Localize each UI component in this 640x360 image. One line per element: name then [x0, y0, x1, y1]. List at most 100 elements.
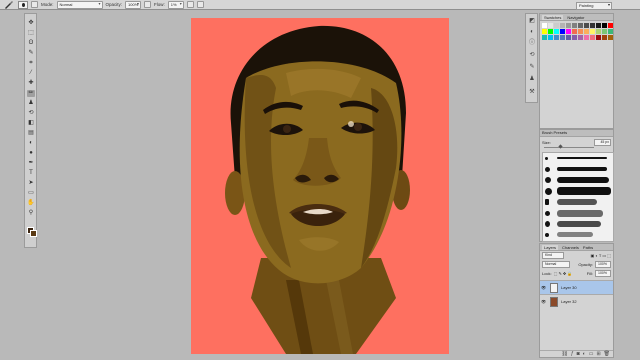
color-swatch[interactable]	[566, 35, 571, 40]
color-swatch[interactable]	[560, 35, 565, 40]
new-layer-icon[interactable]: ⊞	[596, 351, 600, 357]
brush-preset-item[interactable]	[543, 197, 613, 208]
move-icon[interactable]: ✥	[27, 20, 35, 27]
color-swatch[interactable]	[608, 29, 613, 34]
opacity-select[interactable]: 100%	[125, 0, 142, 9]
eraser-icon[interactable]: ◧	[27, 120, 35, 127]
blur-icon[interactable]: ◐	[27, 140, 35, 147]
color-panel-icon[interactable]: ◩	[529, 18, 535, 24]
airbrush-icon[interactable]	[186, 1, 194, 8]
color-swatch[interactable]	[584, 23, 589, 28]
tab-navigator[interactable]: Navigator	[567, 15, 584, 20]
brush-preset-item[interactable]	[543, 230, 613, 241]
color-swatch[interactable]	[554, 23, 559, 28]
zoom-icon[interactable]: ⚲	[27, 210, 35, 217]
brush-preset-item[interactable]	[543, 219, 613, 230]
color-swatch[interactable]	[590, 35, 595, 40]
document-canvas[interactable]	[191, 18, 449, 354]
healing-icon[interactable]: ✚	[27, 80, 35, 87]
color-swatch[interactable]	[602, 35, 607, 40]
color-swatch[interactable]	[542, 23, 547, 28]
brush-preset-item[interactable]	[543, 175, 613, 186]
gradient-icon[interactable]: ▤	[27, 130, 35, 137]
color-swatch[interactable]	[548, 23, 553, 28]
color-swatch[interactable]	[554, 35, 559, 40]
color-swatch[interactable]	[566, 29, 571, 34]
tab-layers[interactable]: Layers	[542, 244, 559, 250]
color-swatch[interactable]	[596, 29, 601, 34]
background-color[interactable]	[30, 230, 37, 237]
brush-preset-item[interactable]	[543, 186, 613, 197]
color-swatch[interactable]	[590, 23, 595, 28]
visibility-eye-icon[interactable]: 👁	[540, 299, 547, 304]
filter-icons[interactable]: ▣ ◐ T ▭ ⬚	[591, 253, 612, 258]
layer-kind-filter[interactable]: Kind	[542, 252, 564, 259]
size-slider[interactable]	[544, 144, 594, 149]
adjustment-layer-icon[interactable]: ◐	[583, 351, 586, 357]
lock-icons[interactable]: ⬚ ✎ ✥ 🔒	[554, 271, 573, 276]
color-swatch[interactable]	[608, 35, 613, 40]
color-swatch[interactable]	[572, 23, 577, 28]
dodge-icon[interactable]: ●	[27, 150, 35, 157]
brush-tool-preset-icon[interactable]	[3, 0, 15, 9]
color-swatch[interactable]	[548, 29, 553, 34]
size-slider-thumb[interactable]	[558, 144, 563, 149]
add-mask-icon[interactable]: ◙	[577, 351, 580, 357]
tab-paths[interactable]: Paths	[583, 245, 593, 250]
color-swatch[interactable]	[572, 35, 577, 40]
pen-icon[interactable]: ✒	[27, 160, 35, 167]
visibility-eye-icon[interactable]: 👁	[540, 285, 547, 290]
quick-select-icon[interactable]: ✎	[27, 50, 35, 57]
color-swatch[interactable]	[554, 29, 559, 34]
hand-icon[interactable]: ✋	[27, 200, 35, 207]
color-swatch[interactable]	[572, 29, 577, 34]
path-select-icon[interactable]: ➤	[27, 180, 35, 187]
brush-panel-toggle-icon[interactable]	[31, 1, 38, 8]
color-swatch[interactable]	[584, 29, 589, 34]
color-swatch[interactable]	[602, 23, 607, 28]
lasso-icon[interactable]: ʘ	[27, 40, 35, 47]
workspace-select[interactable]: Painting	[576, 2, 612, 10]
info-icon[interactable]: ⓘ	[529, 40, 535, 46]
color-swatch[interactable]	[548, 35, 553, 40]
color-swatch[interactable]	[560, 29, 565, 34]
layer-opacity-field[interactable]: 100%	[595, 261, 611, 268]
mode-select[interactable]: Normal	[56, 0, 103, 9]
tool-presets-icon[interactable]: ⚒	[529, 89, 535, 95]
adjustments-icon[interactable]: ◐	[529, 29, 535, 35]
stamp-icon[interactable]: ♟	[27, 100, 35, 107]
clone-source-icon[interactable]: ♟	[529, 76, 535, 82]
new-group-icon[interactable]: ▭	[589, 351, 594, 357]
eyedropper-icon[interactable]: ⁄	[27, 70, 35, 77]
link-layers-icon[interactable]: ⛓	[562, 351, 568, 357]
brush-icon[interactable]: ✏	[27, 90, 35, 97]
color-swatch[interactable]	[608, 23, 613, 28]
marquee-icon[interactable]: ⬚	[27, 30, 35, 37]
color-swatch[interactable]	[584, 35, 589, 40]
brush-presets-title[interactable]: Brush Presets	[540, 130, 613, 137]
fx-icon[interactable]: ƒ	[571, 351, 574, 357]
color-swatch[interactable]	[596, 35, 601, 40]
color-swatch[interactable]	[560, 23, 565, 28]
history-brush-icon[interactable]: ⟲	[27, 110, 35, 117]
flow-select[interactable]: 1%	[167, 0, 184, 9]
pressure-opacity-icon[interactable]	[144, 1, 152, 8]
color-swatch[interactable]	[578, 35, 583, 40]
tab-channels[interactable]: Channels	[562, 245, 579, 250]
brush-size-picker[interactable]	[18, 0, 28, 9]
brush-preset-item[interactable]	[543, 208, 613, 219]
tab-swatches[interactable]: Swatches	[542, 14, 564, 20]
crop-icon[interactable]: ⌗	[27, 60, 35, 67]
brush-preset-item[interactable]	[543, 164, 613, 175]
brush-panel-icon[interactable]: ✎	[529, 64, 535, 70]
fill-field[interactable]: 100%	[595, 270, 611, 277]
history-icon[interactable]: ⟲	[529, 52, 535, 58]
layer-row[interactable]: 👁 Layer 32	[540, 294, 613, 308]
pressure-size-icon[interactable]	[196, 1, 204, 8]
color-swatch[interactable]	[590, 29, 595, 34]
type-icon[interactable]: T	[27, 170, 35, 177]
color-swatch[interactable]	[578, 23, 583, 28]
color-swatch[interactable]	[596, 23, 601, 28]
layer-row[interactable]: 👁 Layer 30	[540, 280, 613, 294]
size-field[interactable]: 45 px	[594, 139, 611, 146]
